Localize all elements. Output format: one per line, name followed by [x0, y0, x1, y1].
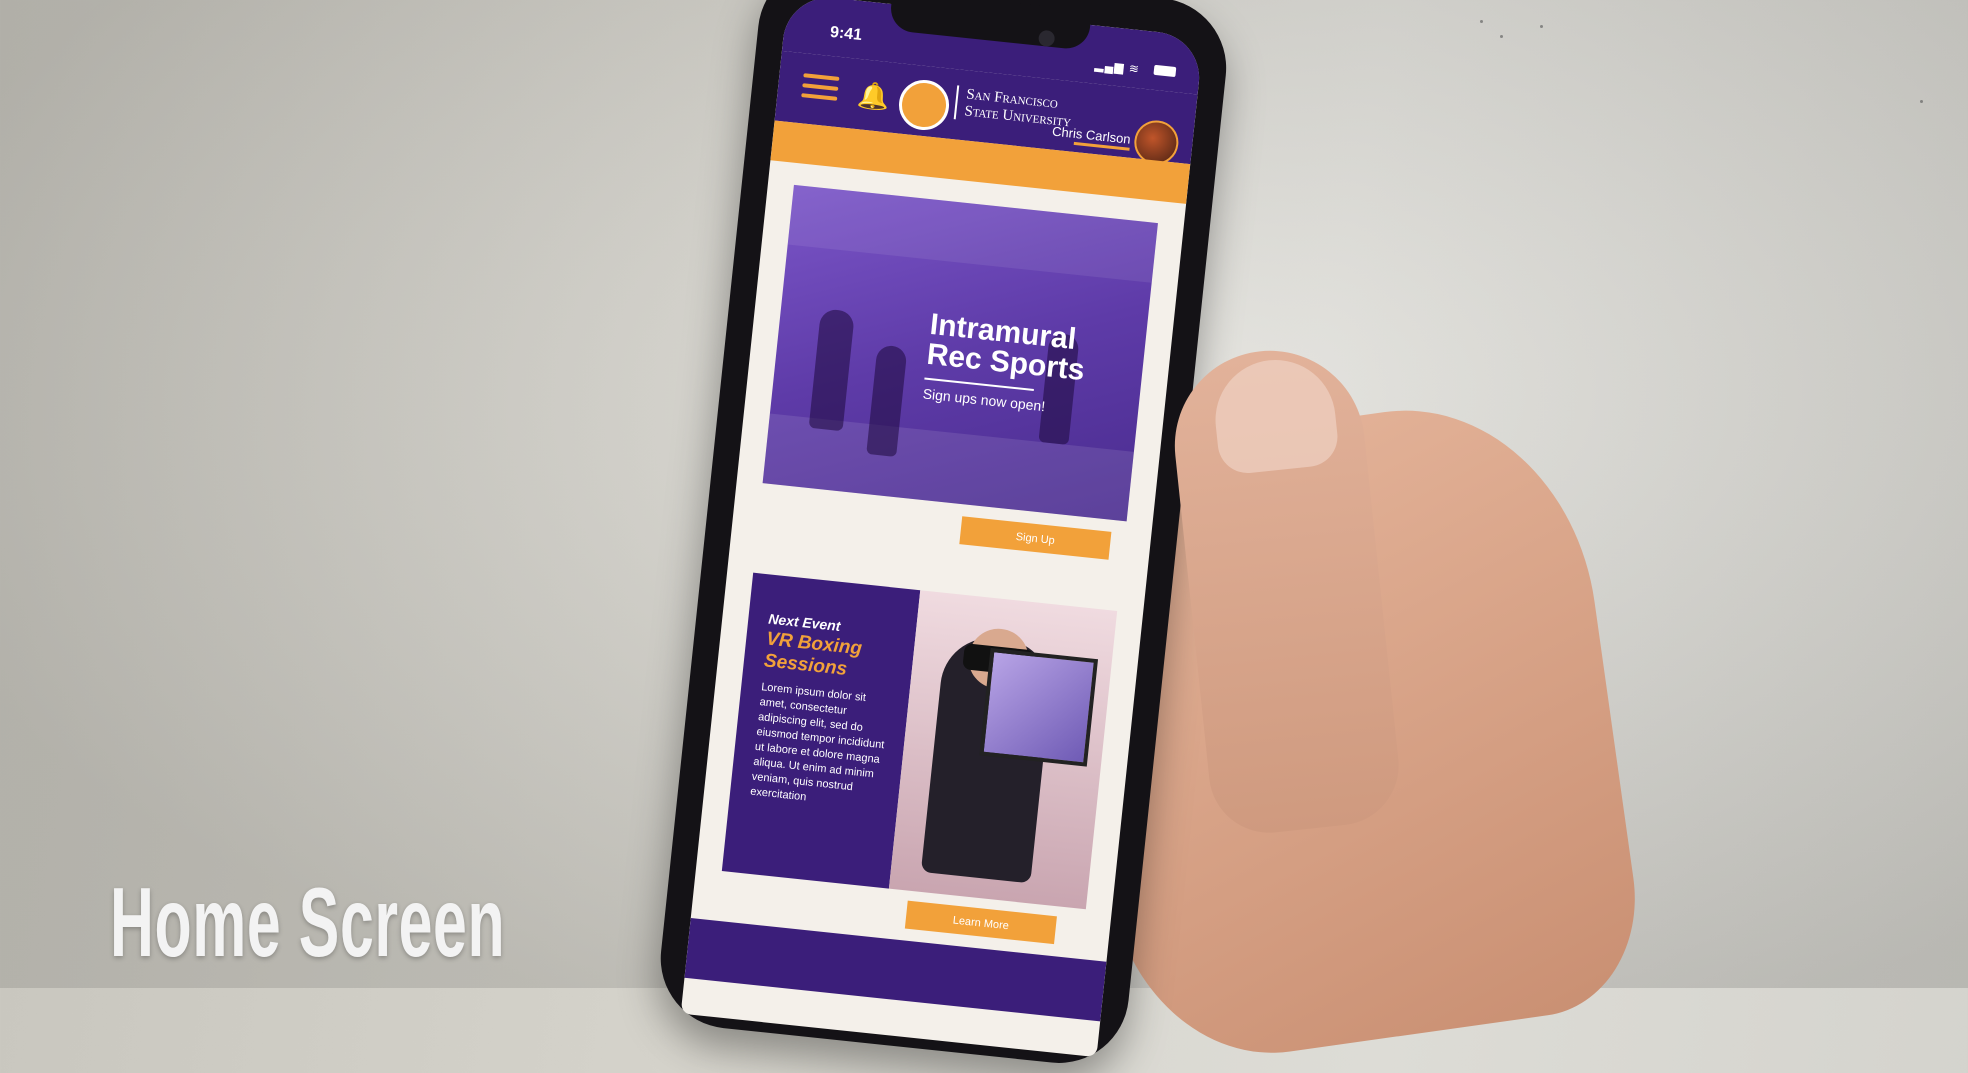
notification-bell-icon[interactable]: 🔔 — [856, 79, 891, 113]
learn-more-button[interactable]: Learn More — [904, 900, 1057, 945]
event-body: Lorem ipsum dolor sit amet, consectetur … — [749, 681, 885, 804]
hero-card[interactable]: Intramural Rec Sports Sign ups now open! — [762, 184, 1158, 522]
surface-speck — [1540, 25, 1543, 28]
video-caption: Home Screen — [110, 867, 506, 977]
signal-wifi-icon: ▂▄▆ ≋ — [1094, 57, 1141, 77]
gym-wall — [787, 184, 1158, 283]
status-time: 9:41 — [829, 23, 863, 45]
vr-boxing-photo — [889, 590, 1118, 910]
gym-floor — [762, 413, 1134, 522]
hamburger-menu-icon[interactable] — [801, 67, 841, 107]
surface-speck — [1480, 20, 1483, 23]
battery-icon — [1153, 64, 1177, 78]
hero-title: Intramural Rec Sports — [925, 308, 1089, 387]
university-seal-logo — [896, 77, 952, 133]
surface-speck — [1500, 35, 1503, 38]
next-event-card[interactable]: Next Event VR Boxing Sessions Lorem ipsu… — [721, 572, 1118, 910]
player-figure — [808, 308, 856, 432]
surface-speck — [1920, 100, 1923, 103]
sign-up-button[interactable]: Sign Up — [959, 516, 1112, 560]
tv-screen — [979, 647, 1099, 767]
event-text-panel: Next Event VR Boxing Sessions Lorem ipsu… — [721, 572, 921, 889]
